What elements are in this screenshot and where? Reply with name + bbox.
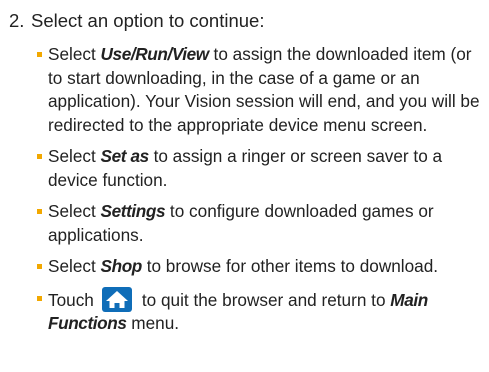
item-term: Use/Run/View bbox=[100, 44, 210, 64]
list-item-shop: Select Shop to browse for other items to… bbox=[37, 255, 485, 279]
item-description: to browse for other items to download. bbox=[141, 256, 439, 276]
item-prefix: Touch bbox=[48, 289, 94, 310]
item-prefix: Select bbox=[48, 256, 101, 276]
item-prefix: Select bbox=[48, 44, 101, 64]
bullet-icon bbox=[37, 209, 42, 214]
item-prefix: Select bbox=[48, 146, 101, 166]
item-term: Set as bbox=[100, 146, 150, 166]
step-heading: 2. Select an option to continue: bbox=[9, 8, 264, 34]
item-term: Settings bbox=[100, 201, 166, 221]
list-item-settings: Select Settings to configure downloaded … bbox=[37, 200, 485, 247]
list-item-use-run-view: Select Use/Run/View to assign the downlo… bbox=[37, 43, 485, 137]
step-text: Select an option to continue: bbox=[31, 10, 265, 31]
step-number: 2. bbox=[9, 10, 25, 31]
manual-page: 2. Select an option to continue: Select U… bbox=[0, 0, 489, 372]
item-description: to quit the browser and return to bbox=[141, 289, 391, 310]
list-item-touch-home: Touch to quit the browser and return to M… bbox=[37, 286, 485, 336]
bullet-icon bbox=[37, 52, 42, 57]
bullet-icon bbox=[37, 264, 42, 269]
home-icon bbox=[101, 286, 132, 312]
item-suffix: menu. bbox=[126, 313, 180, 333]
bullet-icon bbox=[37, 295, 42, 301]
list-item-set-as: Select Set as to assign a ringer or scre… bbox=[37, 145, 485, 192]
option-list: Select Use/Run/View to assign the downlo… bbox=[37, 43, 485, 344]
item-prefix: Select bbox=[48, 201, 101, 221]
item-term: Shop bbox=[100, 256, 143, 276]
bullet-icon bbox=[37, 154, 42, 159]
